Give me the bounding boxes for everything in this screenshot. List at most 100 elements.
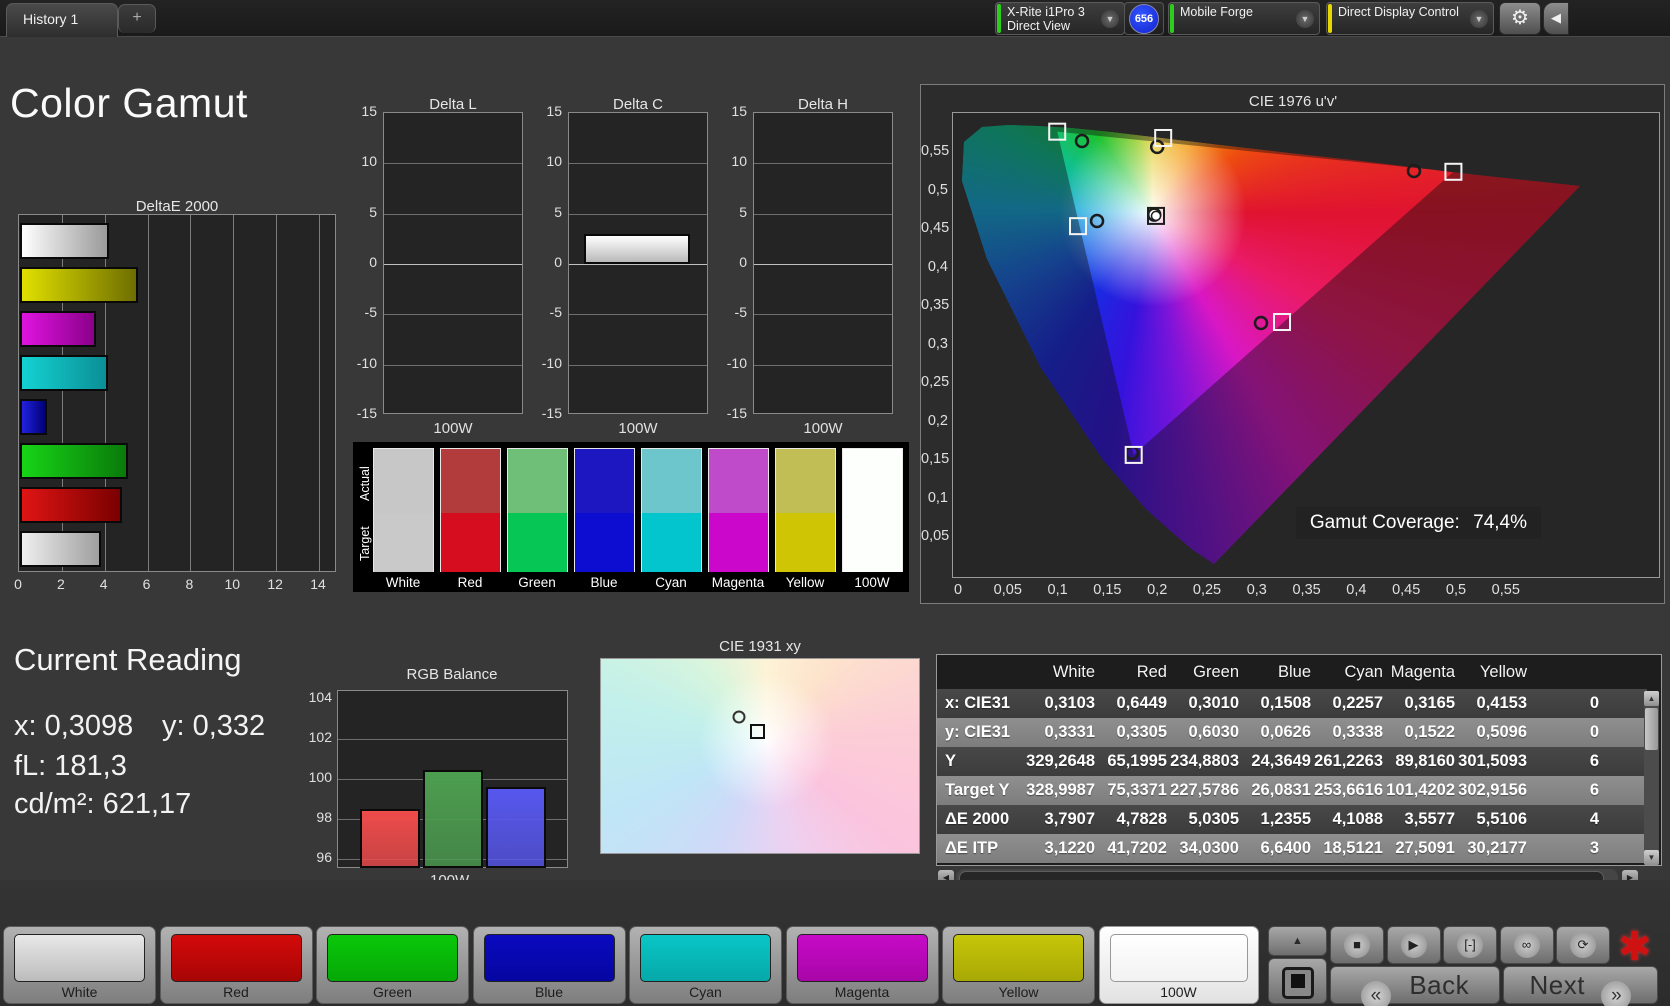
workflow-dropdown[interactable]: Mobile Forge ▼ — [1168, 2, 1320, 35]
y-tick-label: 0,4 — [921, 259, 948, 275]
y-tick-label: -5 — [719, 304, 747, 320]
meter-dropdown[interactable]: X-Rite i1Pro 3 Direct View ▼ — [995, 2, 1125, 35]
stop-button[interactable]: ■ — [1330, 926, 1384, 964]
settings-button[interactable]: ⚙ — [1499, 2, 1541, 35]
tab-history-1[interactable]: History 1 — [6, 3, 118, 37]
deltae-bar-yellow — [20, 267, 138, 303]
pattern-button-yellow[interactable]: Yellow — [942, 926, 1095, 1004]
chevron-down-icon[interactable]: ▼ — [1296, 10, 1314, 28]
triangle-up-icon: ▲ — [1292, 935, 1303, 947]
x-tick-label: 0,5 — [1446, 582, 1466, 598]
gridline — [338, 739, 567, 740]
rgb-balance-chart — [337, 690, 568, 868]
cell: 302,9156 — [1455, 776, 1527, 805]
gridline — [754, 214, 892, 215]
pattern-window-button[interactable] — [1268, 958, 1327, 1004]
cell: 0,6030 — [1167, 718, 1239, 747]
pattern-swatch — [640, 934, 771, 982]
target-row-label: Target — [358, 521, 372, 561]
refresh-button[interactable]: ⟳ — [1556, 926, 1610, 964]
pattern-button-100w[interactable]: 100W — [1099, 926, 1259, 1004]
cell: 101,4202 — [1383, 776, 1455, 805]
cell: 301,5093 — [1455, 747, 1527, 776]
cell: 0,3165 — [1383, 689, 1455, 718]
add-tab-button[interactable]: + — [118, 4, 156, 33]
infinity-icon: ∞ — [1514, 932, 1540, 958]
cell: 0,4153 — [1455, 689, 1527, 718]
pattern-button-red[interactable]: Red — [160, 926, 313, 1004]
y-tick-label: -10 — [349, 355, 377, 371]
pattern-window-up-button[interactable]: ▲ — [1268, 926, 1327, 956]
pattern-button-blue[interactable]: Blue — [473, 926, 626, 1004]
swatch-column-red — [440, 448, 501, 572]
next-button[interactable]: Next » — [1503, 966, 1658, 1004]
calman-window: History 1 + X-Rite i1Pro 3 Direct View ▼… — [0, 0, 1670, 1006]
cell: 3,1220 — [1023, 834, 1095, 863]
x-tick-label: 0,55 — [1492, 582, 1520, 598]
cell: 0 — [1527, 689, 1599, 718]
workflow-name: Mobile Forge — [1180, 5, 1253, 19]
y-tick-label: 0,35 — [921, 297, 948, 313]
display-control-dropdown[interactable]: Direct Display Control ▼ — [1326, 2, 1494, 35]
column-header: White — [1023, 655, 1095, 689]
pattern-button-cyan[interactable]: Cyan — [629, 926, 782, 1004]
chevron-down-icon[interactable]: ▼ — [1470, 10, 1488, 28]
back-label: Back — [1409, 970, 1469, 1000]
cell: 4,1088 — [1311, 805, 1383, 834]
actual-swatch — [642, 449, 701, 513]
cell: 3,7907 — [1023, 805, 1095, 834]
cell: 89,8160 — [1383, 747, 1455, 776]
y-tick-label: 0,55 — [921, 143, 948, 159]
target-swatch — [575, 513, 634, 572]
cell: 0,1522 — [1383, 718, 1455, 747]
row-label: ΔE 2000 — [937, 805, 1023, 834]
pattern-button-white[interactable]: White — [3, 926, 156, 1004]
continuous-button[interactable]: ∞ — [1500, 926, 1554, 964]
range-button[interactable]: [-] — [1443, 926, 1497, 964]
swatch-column-white — [373, 448, 434, 572]
cell: 0,3010 — [1167, 689, 1239, 718]
back-button[interactable]: « Back — [1330, 966, 1500, 1004]
cell: 41,7202 — [1095, 834, 1167, 863]
cie1931-title: CIE 1931 xy — [719, 638, 801, 655]
y-tick-label: 104 — [300, 689, 332, 705]
gridline — [569, 214, 707, 215]
collapse-panel-button[interactable]: ◀ — [1543, 2, 1569, 35]
chevron-down-icon[interactable]: ▼ — [1101, 10, 1119, 28]
cell: 24,3649 — [1239, 747, 1311, 776]
scroll-up-button[interactable]: ▲ — [1644, 691, 1659, 706]
window-icon — [1282, 967, 1314, 999]
cell: 0,3331 — [1023, 718, 1095, 747]
x-tick-label: 0,4 — [1346, 582, 1366, 598]
column-header: Blue — [1239, 655, 1311, 689]
y-tick-label: 0,1 — [921, 490, 948, 506]
pattern-swatch — [327, 934, 458, 982]
y-tick-label: 0,5 — [921, 182, 948, 198]
measure-button[interactable]: ▶ — [1387, 926, 1441, 964]
y-tick-label: 0,25 — [921, 374, 948, 390]
actual-point-green — [1076, 135, 1088, 147]
tab-label: History 1 — [23, 11, 78, 27]
meter-status-button[interactable]: 656 — [1124, 2, 1164, 35]
y-tick-label: 96 — [300, 849, 332, 865]
table-row: x: CIE310,31030,64490,30100,15080,22570,… — [937, 689, 1647, 718]
row-label: Y — [937, 747, 1023, 776]
cell: 34,0300 — [1167, 834, 1239, 863]
pattern-button-green[interactable]: Green — [316, 926, 469, 1004]
swatch-label: Red — [458, 575, 483, 590]
actual-swatch — [374, 449, 433, 513]
pattern-button-magenta[interactable]: Magenta — [786, 926, 939, 1004]
scrollbar-thumb[interactable] — [1645, 708, 1658, 750]
x-tick-label: 0,2 — [1147, 582, 1167, 598]
table-vertical-scrollbar[interactable]: ▲▼ — [1644, 691, 1659, 865]
row-label: Target Y — [937, 776, 1023, 805]
target-swatch — [776, 513, 835, 572]
gridline — [754, 365, 892, 366]
target-swatch — [709, 513, 768, 572]
cell: 4,7828 — [1095, 805, 1167, 834]
y-tick-label: -15 — [349, 405, 377, 421]
pattern-label: Magenta — [787, 984, 938, 1000]
scroll-down-button[interactable]: ▼ — [1644, 850, 1659, 865]
gamut-coverage-label: Gamut Coverage: — [1310, 512, 1460, 533]
cell: 253,6616 — [1311, 776, 1383, 805]
